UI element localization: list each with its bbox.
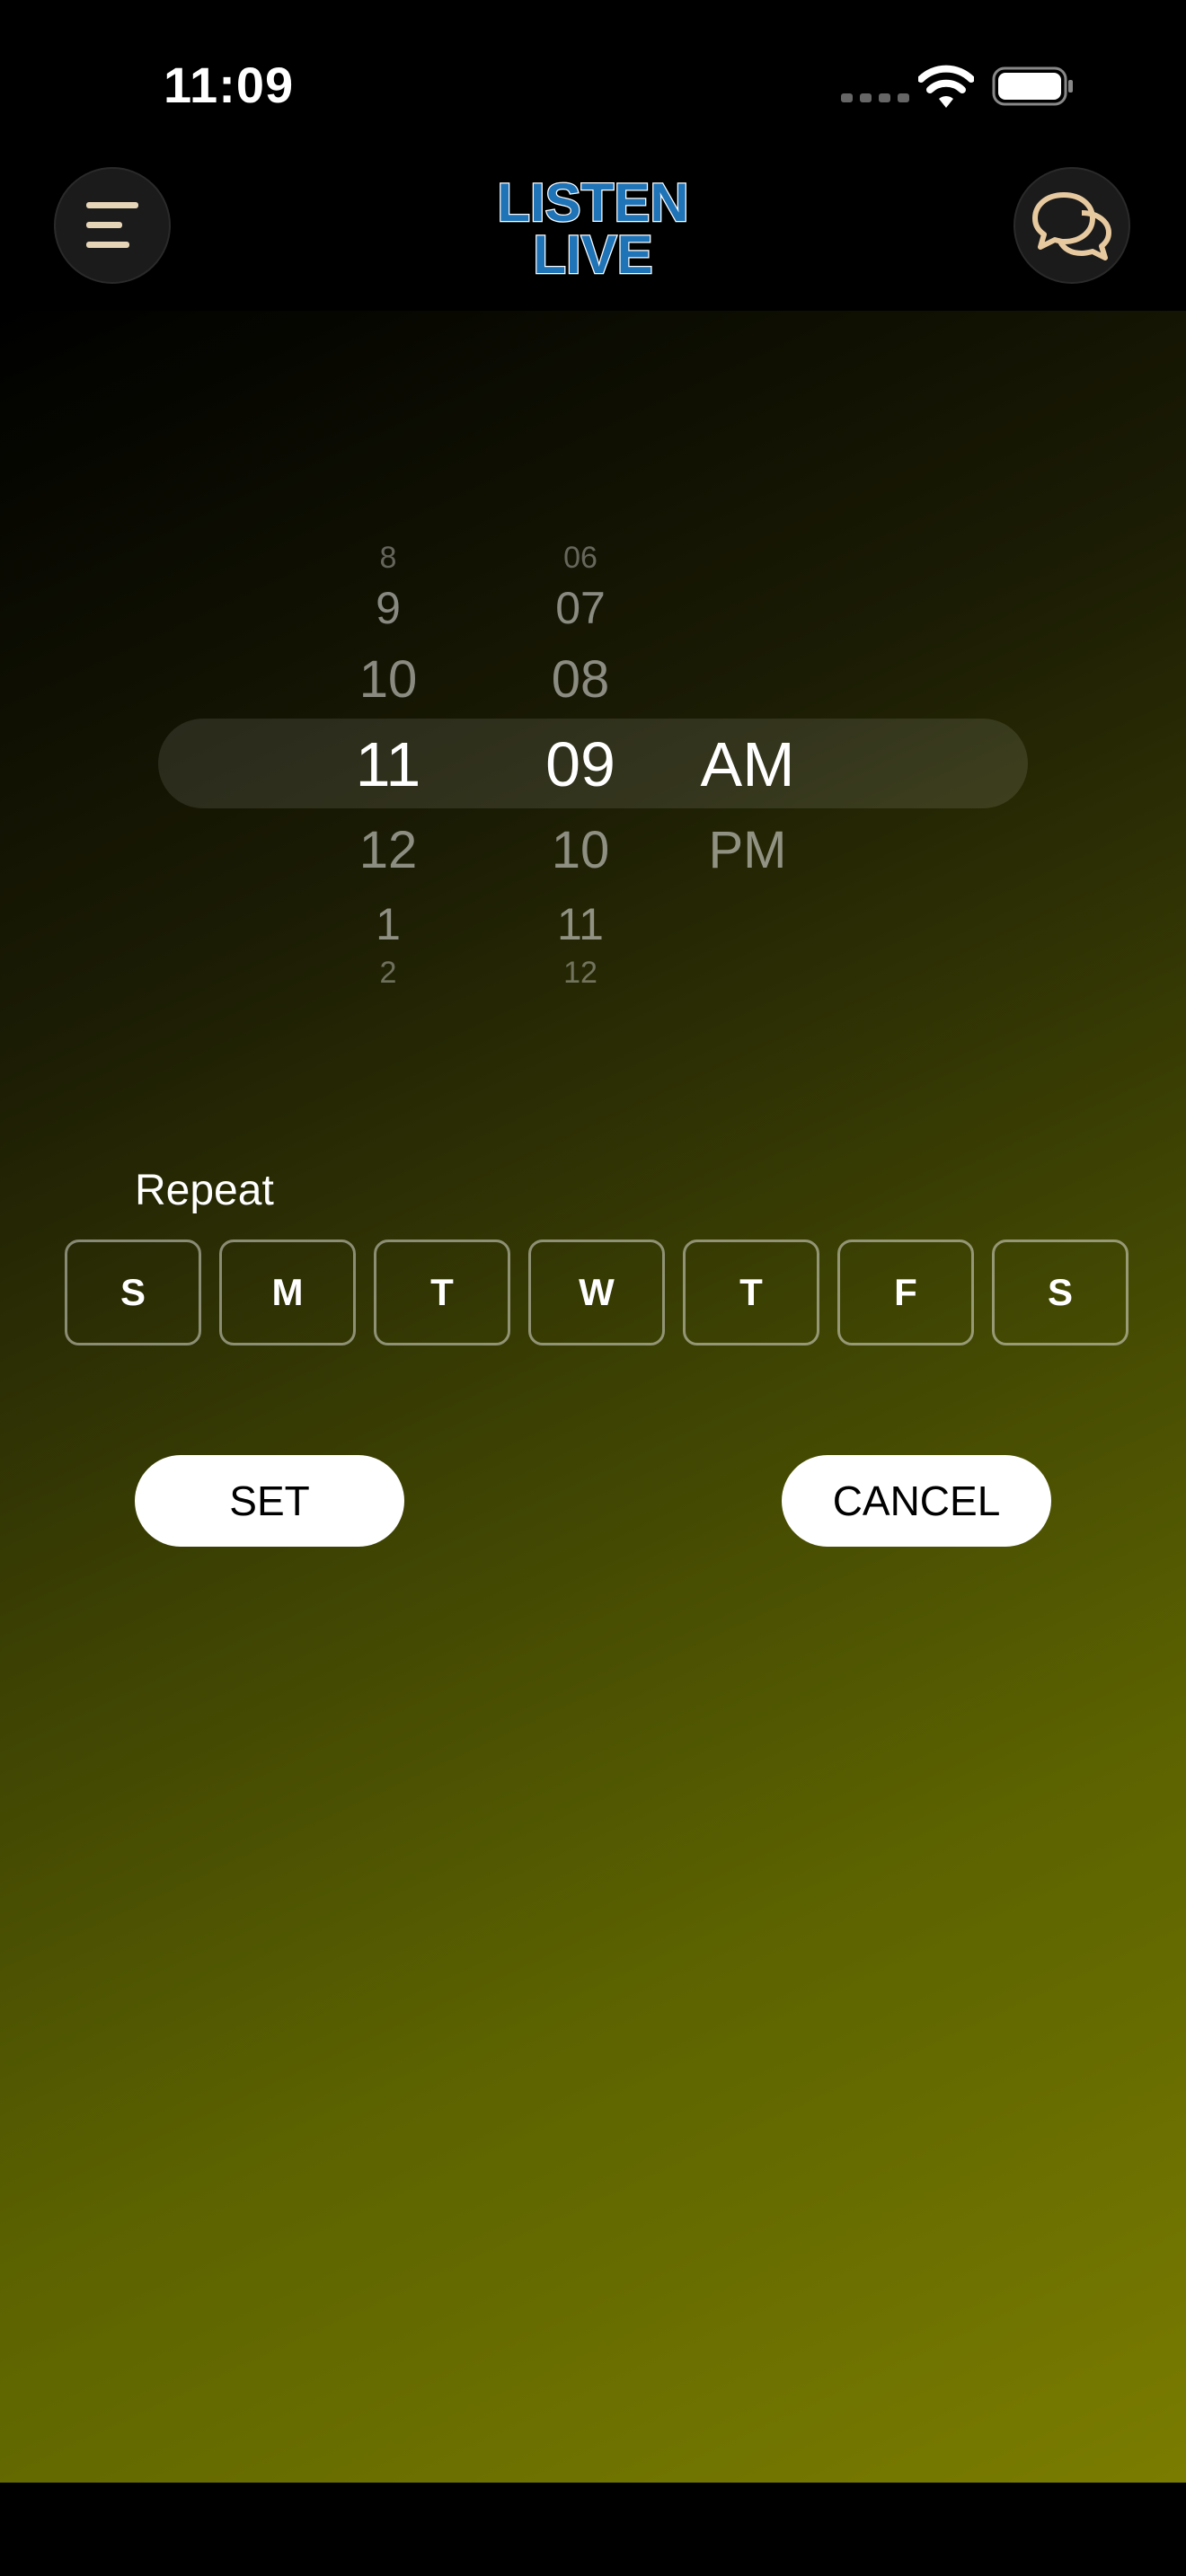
picker-hour-option: 12 <box>358 821 418 879</box>
wifi-icon <box>918 65 974 108</box>
picker-hour-option: 2 <box>379 956 397 990</box>
repeat-days-row: S M T W T F S <box>65 1239 1128 1345</box>
picker-hour-selected: 11 <box>355 729 421 799</box>
day-toggle-monday[interactable]: M <box>219 1239 356 1345</box>
picker-period-option: PM <box>708 821 787 879</box>
picker-minute-option: 12 <box>563 956 597 990</box>
picker-minute-selected: 09 <box>545 729 615 799</box>
main-content <box>0 311 1186 2483</box>
picker-minute-option: 07 <box>555 583 606 633</box>
picker-minute-option: 11 <box>557 899 604 949</box>
repeat-label: Repeat <box>135 1167 274 1214</box>
menu-button[interactable] <box>54 167 171 284</box>
picker-hour-option: 9 <box>376 583 401 633</box>
cancel-button[interactable]: CANCEL <box>782 1455 1051 1547</box>
day-toggle-wednesday[interactable]: W <box>528 1239 665 1345</box>
picker-hour-option: 10 <box>358 650 418 709</box>
chat-button[interactable] <box>1013 167 1130 284</box>
menu-icon <box>86 202 138 248</box>
picker-hour-option: 8 <box>379 541 397 575</box>
status-time: 11:09 <box>164 57 295 113</box>
listen-live-logo: LISTEN LIVE <box>496 172 690 280</box>
day-toggle-sunday[interactable]: S <box>65 1239 201 1345</box>
picker-hour-option: 1 <box>376 899 401 949</box>
day-toggle-friday[interactable]: F <box>837 1239 974 1345</box>
battery-icon <box>992 66 1073 106</box>
day-toggle-saturday[interactable]: S <box>992 1239 1128 1345</box>
set-button[interactable]: SET <box>135 1455 404 1547</box>
picker-minute-option: 06 <box>563 541 597 575</box>
picker-minute-option: 08 <box>551 650 610 709</box>
day-toggle-tuesday[interactable]: T <box>374 1239 510 1345</box>
picker-minute-option: 10 <box>551 821 610 879</box>
chat-bubbles-icon <box>1032 192 1111 260</box>
logo-line-2: LIVE <box>533 225 652 280</box>
picker-period-selected: AM <box>700 729 795 799</box>
day-toggle-thursday[interactable]: T <box>683 1239 819 1345</box>
cellular-signal-icon <box>841 93 909 102</box>
logo-line-1: LISTEN <box>497 172 688 233</box>
